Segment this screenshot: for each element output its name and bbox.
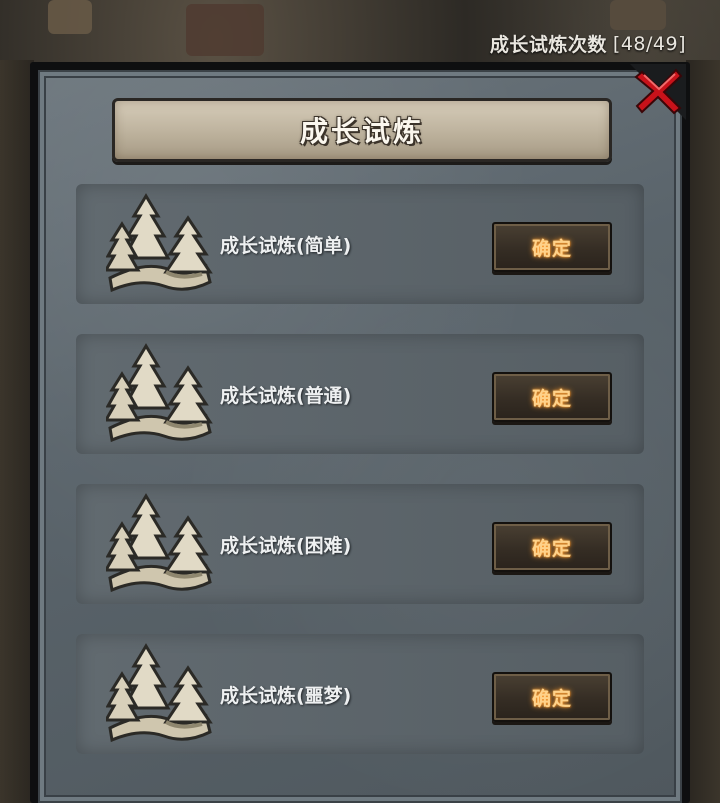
close-button[interactable]: [626, 58, 692, 124]
forest-icon: [106, 193, 213, 293]
dialog-title: 成长试炼: [299, 115, 424, 148]
trial-label: 成长试炼(简单): [220, 234, 352, 257]
confirm-button-label: 确定: [531, 387, 572, 410]
confirm-button-label: 确定: [531, 687, 572, 710]
attempts-counter: 成长试炼次数 [48/49]: [490, 30, 686, 57]
attempts-value: [48/49]: [612, 32, 686, 55]
background-scroll-item: [48, 0, 92, 34]
trial-label: 成长试炼(噩梦): [220, 684, 352, 707]
attempts-label: 成长试炼次数: [489, 34, 607, 56]
confirm-button-normal[interactable]: 确定: [492, 372, 612, 422]
confirm-button-nightmare[interactable]: 确定: [492, 672, 612, 722]
confirm-button-easy[interactable]: 确定: [492, 222, 612, 272]
confirm-button-label: 确定: [531, 237, 572, 260]
confirm-button-label: 确定: [531, 537, 572, 560]
background-right-edge: [686, 60, 720, 803]
confirm-button-hard[interactable]: 确定: [492, 522, 612, 572]
background-left-edge: [0, 60, 34, 803]
trial-row-nightmare: 成长试炼(噩梦) 确定: [76, 634, 644, 754]
trial-label: 成长试炼(困难): [220, 534, 352, 557]
trial-row-normal: 成长试炼(普通) 确定: [76, 334, 644, 454]
trial-label: 成长试炼(普通): [220, 384, 352, 407]
forest-icon: [106, 643, 213, 743]
forest-icon: [106, 493, 213, 593]
close-x-icon: [634, 68, 683, 115]
dialog-title-banner: 成长试炼: [112, 98, 612, 162]
forest-icon: [106, 343, 213, 443]
background-building-item: [186, 4, 264, 56]
background-map-item: [610, 0, 666, 30]
trial-row-hard: 成长试炼(困难) 确定: [76, 484, 644, 604]
trial-row-easy: 成长试炼(简单) 确定: [76, 184, 644, 304]
